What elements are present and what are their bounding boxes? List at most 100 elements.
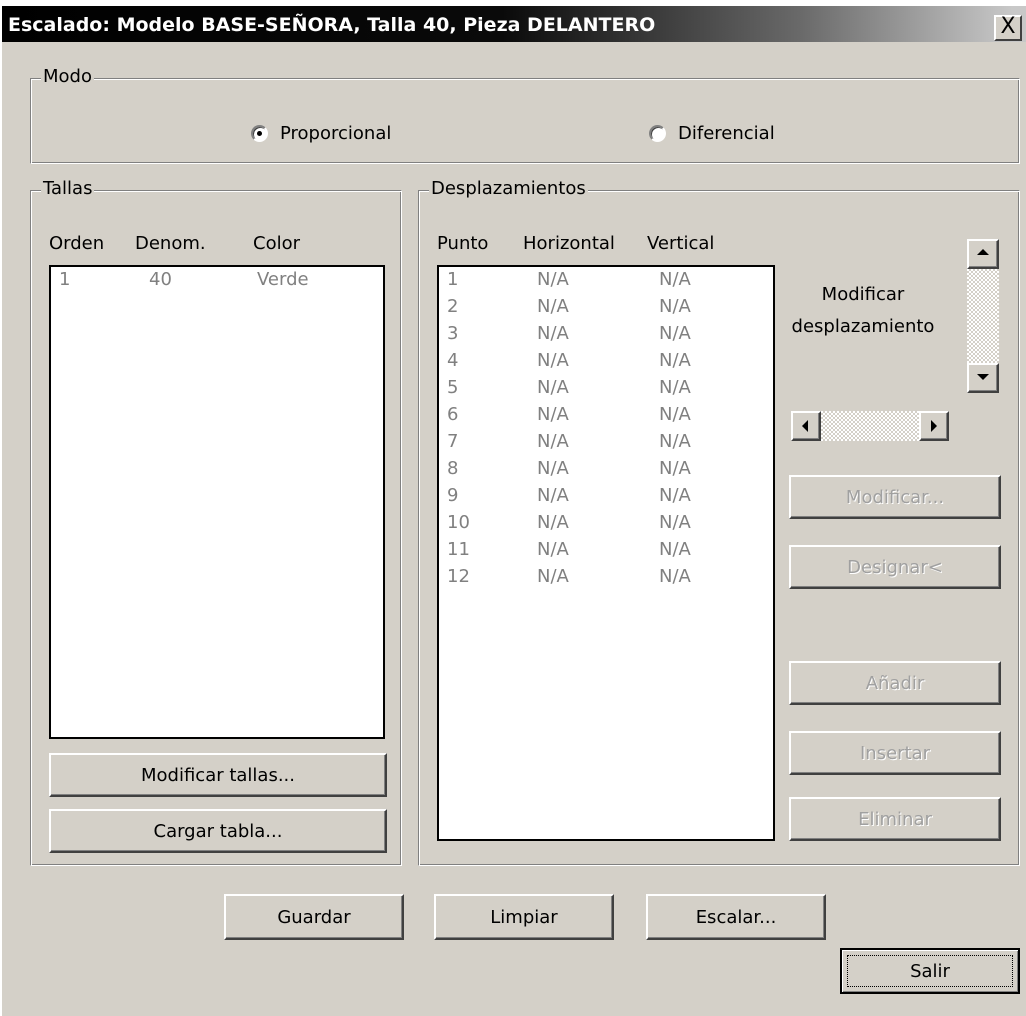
arrow-right-icon [931,420,937,432]
horizontal-cell: N/A [537,323,569,344]
close-icon: X [1000,14,1016,39]
modificar-desplazamiento-line1: Modificar [821,284,905,305]
escalar-button[interactable]: Escalar... [646,894,826,940]
vertical-cell: N/A [659,350,691,371]
punto-cell: 6 [447,404,459,425]
list-item[interactable]: 1 40 Verde [51,269,383,297]
arrow-down-icon [977,374,989,380]
desplazamientos-legend: Desplazamientos [429,178,588,200]
table-row[interactable]: 2 N/A N/A [439,296,773,324]
vertical-cell: N/A [659,458,691,479]
tallas-listbox[interactable]: 1 40 Verde [49,265,385,739]
punto-cell: 2 [447,296,459,317]
horizontal-cell: N/A [537,485,569,506]
horizontal-adjust-scrollbar[interactable] [791,411,949,441]
punto-cell: 10 [447,512,470,533]
tallas-header-color: Color [253,233,300,254]
cargar-tabla-button[interactable]: Cargar tabla... [49,809,387,853]
vertical-cell: N/A [659,404,691,425]
desp-header-horizontal: Horizontal [523,233,615,254]
tallas-group: Tallas Orden Denom. Color 1 40 Verde Mod… [30,178,402,866]
punto-cell: 9 [447,485,459,506]
modificar-tallas-button[interactable]: Modificar tallas... [49,753,387,797]
salir-label: Salir [910,960,950,982]
horizontal-cell: N/A [537,269,569,290]
table-row[interactable]: 12 N/A N/A [439,566,773,594]
escalado-dialog: Escalado: Modelo BASE-SEÑORA, Talla 40, … [0,6,1026,1016]
horizontal-cell: N/A [537,350,569,371]
tallas-legend: Tallas [41,178,95,200]
close-button[interactable]: X [994,15,1022,41]
modo-legend: Modo [41,66,94,88]
insertar-button[interactable]: Insertar [789,731,1001,775]
guardar-button[interactable]: Guardar [224,894,404,940]
table-row[interactable]: 8 N/A N/A [439,458,773,486]
punto-cell: 3 [447,323,459,344]
punto-cell: 1 [447,269,459,290]
title-bar: Escalado: Modelo BASE-SEÑORA, Talla 40, … [2,2,1026,46]
scroll-right-button[interactable] [919,411,949,441]
table-row[interactable]: 9 N/A N/A [439,485,773,513]
modificar-button[interactable]: Modificar... [789,475,1001,519]
horizontal-cell: N/A [537,296,569,317]
vertical-cell: N/A [659,377,691,398]
scroll-up-button[interactable] [967,239,999,269]
desplazamientos-group: Desplazamientos Punto Horizontal Vertica… [418,178,1020,866]
radio-diferencial[interactable]: Diferencial [649,123,775,144]
horizontal-cell: N/A [537,566,569,587]
punto-cell: 4 [447,350,459,371]
vertical-cell: N/A [659,431,691,452]
table-row[interactable]: 4 N/A N/A [439,350,773,378]
horizontal-cell: N/A [537,431,569,452]
punto-cell: 12 [447,566,470,587]
table-row[interactable]: 3 N/A N/A [439,323,773,351]
table-row[interactable]: 6 N/A N/A [439,404,773,432]
window-title: Escalado: Modelo BASE-SEÑORA, Talla 40, … [8,14,656,36]
punto-cell: 11 [447,539,470,560]
radio-proporcional[interactable]: Proporcional [251,123,391,144]
vertical-cell: N/A [659,566,691,587]
vertical-cell: N/A [659,269,691,290]
punto-cell: 5 [447,377,459,398]
arrow-up-icon [977,249,989,255]
limpiar-button[interactable]: Limpiar [434,894,614,940]
modo-group: Modo Proporcional Diferencial [30,66,1020,164]
talla-orden: 1 [59,269,71,290]
horizontal-cell: N/A [537,539,569,560]
vertical-cell: N/A [659,512,691,533]
arrow-left-icon [802,420,808,432]
radio-proporcional-circle[interactable] [251,125,268,142]
scroll-down-button[interactable] [967,363,999,393]
talla-color: Verde [257,269,309,290]
horizontal-cell: N/A [537,458,569,479]
punto-cell: 8 [447,458,459,479]
modificar-desplazamiento-label: Modificar desplazamiento [789,279,937,343]
vertical-adjust-scrollbar[interactable] [967,239,999,393]
tallas-header-denom: Denom. [135,233,206,254]
vertical-cell: N/A [659,323,691,344]
anadir-button[interactable]: Añadir [789,661,1001,705]
table-row[interactable]: 5 N/A N/A [439,377,773,405]
punto-cell: 7 [447,431,459,452]
radio-diferencial-label: Diferencial [678,123,775,144]
eliminar-button[interactable]: Eliminar [789,797,1001,841]
radio-proporcional-label: Proporcional [280,123,392,144]
horizontal-cell: N/A [537,512,569,533]
desp-header-vertical: Vertical [647,233,715,254]
designar-button[interactable]: Designar< [789,545,1001,589]
scroll-left-button[interactable] [791,411,821,441]
vertical-cell: N/A [659,539,691,560]
desp-header-punto: Punto [437,233,489,254]
table-row[interactable]: 1 N/A N/A [439,269,773,297]
horizontal-cell: N/A [537,404,569,425]
radio-diferencial-circle[interactable] [649,125,666,142]
table-row[interactable]: 7 N/A N/A [439,431,773,459]
table-row[interactable]: 11 N/A N/A [439,539,773,567]
desplazamientos-listbox[interactable]: 1 N/A N/A 2 N/A N/A 3 N/A N/A 4 N/A N/A 5 N/A N/A … [437,265,775,841]
salir-button[interactable]: Salir [840,948,1020,994]
vertical-cell: N/A [659,485,691,506]
talla-denom: 40 [149,269,172,290]
vertical-cell: N/A [659,296,691,317]
modificar-desplazamiento-line2: desplazamiento [791,316,935,337]
table-row[interactable]: 10 N/A N/A [439,512,773,540]
